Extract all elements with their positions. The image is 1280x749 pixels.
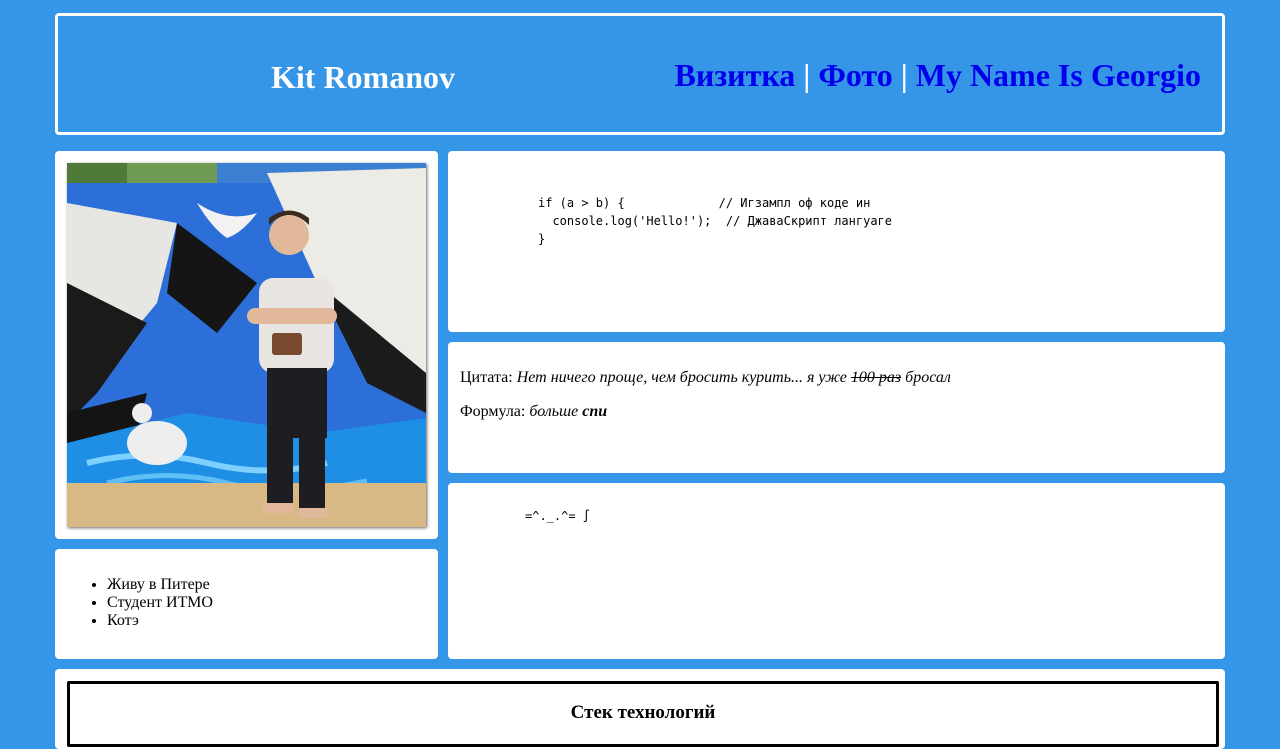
quote-text: Нет ничего проще, чем бросить курить... … [516, 369, 951, 386]
nav-link-vizitka[interactable]: Визитка [675, 57, 796, 93]
code-line: console.log('Hello!'); // ДжаваСкрипт ла… [538, 214, 893, 228]
ascii-card: =^._.^= ∫ [448, 483, 1225, 659]
nav-separator: | [803, 57, 811, 93]
site-header: Kit Romanov Визитка | Фото | My Name Is … [55, 13, 1225, 135]
nav-link-georgio[interactable]: My Name Is Georgio [916, 57, 1201, 93]
list-item: Живу в Питере [107, 576, 213, 594]
code-card: if (a > b) { // Игзампл оф коде ин conso… [448, 151, 1225, 332]
list-item: Котэ [107, 612, 213, 630]
quote-label: Цитата: [460, 369, 513, 386]
quote-card: Цитата: Нет ничего проще, чем бросить ку… [448, 342, 1225, 473]
code-line: } [538, 232, 546, 246]
about-list: Живу в Питере Студент ИТМО Котэ [107, 576, 213, 630]
ascii-art: =^._.^= ∫ [525, 509, 591, 523]
quote-struck: 100 раз [850, 369, 902, 386]
top-nav: Визитка | Фото | My Name Is Georgio [675, 57, 1201, 94]
site-title: Kit Romanov [271, 59, 455, 95]
formula-line: Формула: больше спи [460, 403, 607, 421]
stack-card: Стек технологий [55, 669, 1225, 749]
profile-photo [67, 163, 426, 527]
nav-separator: | [900, 57, 908, 93]
quote-line: Цитата: Нет ничего проще, чем бросить ку… [460, 369, 951, 387]
code-block: if (a > b) { // Игзампл оф коде ин conso… [538, 194, 892, 248]
code-line: if (a > b) { // Игзампл оф коде ин [538, 196, 871, 210]
nav-link-foto[interactable]: Фото [818, 57, 892, 93]
formula-italic: больше [529, 403, 579, 420]
stack-box: Стек технологий [67, 681, 1219, 747]
photo-card [55, 151, 438, 539]
formula-bold-italic: спи [582, 403, 608, 420]
about-card: Живу в Питере Студент ИТМО Котэ [55, 549, 438, 659]
formula-label: Формула: [460, 403, 526, 420]
list-item: Студент ИТМО [107, 594, 213, 612]
stack-title: Стек технологий [570, 702, 716, 723]
